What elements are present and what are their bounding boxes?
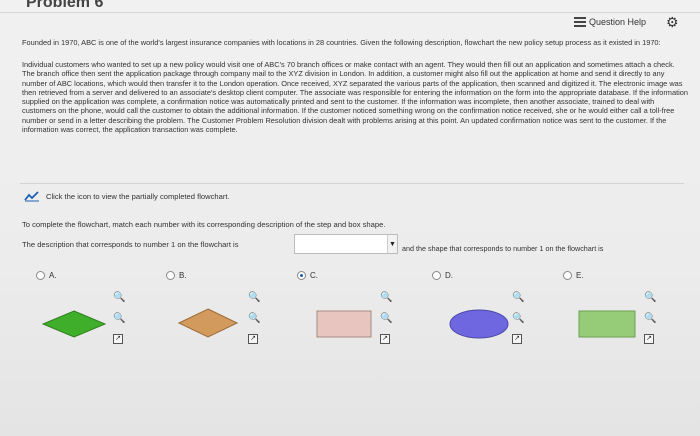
radio-c[interactable] [297, 271, 306, 280]
option-d-ellipse-shape [449, 309, 509, 339]
divider [0, 12, 700, 13]
radio-e[interactable] [563, 271, 572, 280]
option-a[interactable]: A. [36, 271, 57, 280]
zoom-out-icon[interactable]: 🔍 [113, 313, 125, 324]
zoom-in-icon[interactable]: 🔍 [644, 292, 656, 303]
chevron-down-icon[interactable]: ▼ [387, 235, 397, 253]
zoom-out-icon[interactable]: 🔍 [512, 313, 524, 324]
question-help-label: Question Help [589, 17, 647, 27]
external-link-icon[interactable]: ↗ [512, 334, 522, 344]
option-a-label: A. [49, 271, 57, 280]
flowchart-link-label: Click the icon to view the partially com… [46, 191, 230, 201]
option-c-label: C. [310, 271, 318, 280]
instruction-text: To complete the flowchart, match each nu… [22, 220, 386, 229]
option-e[interactable]: E. [563, 271, 584, 280]
radio-b[interactable] [166, 271, 175, 280]
zoom-in-icon[interactable]: 🔍 [380, 292, 392, 303]
zoom-in-icon[interactable]: 🔍 [248, 292, 260, 303]
question-help-button[interactable]: Question Help [574, 14, 664, 30]
zoom-in-icon[interactable]: 🔍 [512, 292, 524, 303]
external-link-icon[interactable]: ↗ [113, 334, 123, 344]
external-link-icon[interactable]: ↗ [644, 334, 654, 344]
zoom-out-icon[interactable]: 🔍 [644, 313, 656, 324]
option-e-rectangle-shape [578, 310, 636, 338]
radio-a[interactable] [36, 271, 45, 280]
external-link-icon[interactable]: ↗ [248, 334, 258, 344]
option-e-label: E. [576, 271, 584, 280]
divider [20, 183, 684, 184]
option-a-diamond-shape [42, 310, 106, 338]
option-b[interactable]: B. [166, 271, 187, 280]
list-icon [574, 17, 586, 27]
description-text: Individual customers who wanted to set u… [22, 60, 688, 135]
option-b-label: B. [179, 271, 187, 280]
description-label: The description that corresponds to numb… [22, 240, 239, 249]
option-b-diamond-shape [178, 308, 238, 338]
option-d[interactable]: D. [432, 271, 453, 280]
gear-icon[interactable]: ⚙ [666, 14, 679, 31]
radio-d[interactable] [432, 271, 441, 280]
zoom-in-icon[interactable]: 🔍 [113, 292, 125, 303]
flowchart-link[interactable]: Click the icon to view the partially com… [24, 190, 230, 202]
description-select[interactable]: ▼ [294, 234, 398, 254]
option-c[interactable]: C. [297, 271, 318, 280]
external-link-icon[interactable]: ↗ [380, 334, 390, 344]
zoom-out-icon[interactable]: 🔍 [380, 313, 392, 324]
option-d-label: D. [445, 271, 453, 280]
page: Problem 6 Question Help ⚙ Founded in 197… [0, 0, 700, 436]
page-title: Problem 6 [26, 0, 104, 11]
chart-icon[interactable] [24, 190, 40, 202]
shape-label: and the shape that corresponds to number… [402, 244, 604, 253]
intro-text: Founded in 1970, ABC is one of the world… [22, 38, 661, 47]
zoom-out-icon[interactable]: 🔍 [248, 313, 260, 324]
option-c-rectangle-shape [316, 310, 372, 338]
